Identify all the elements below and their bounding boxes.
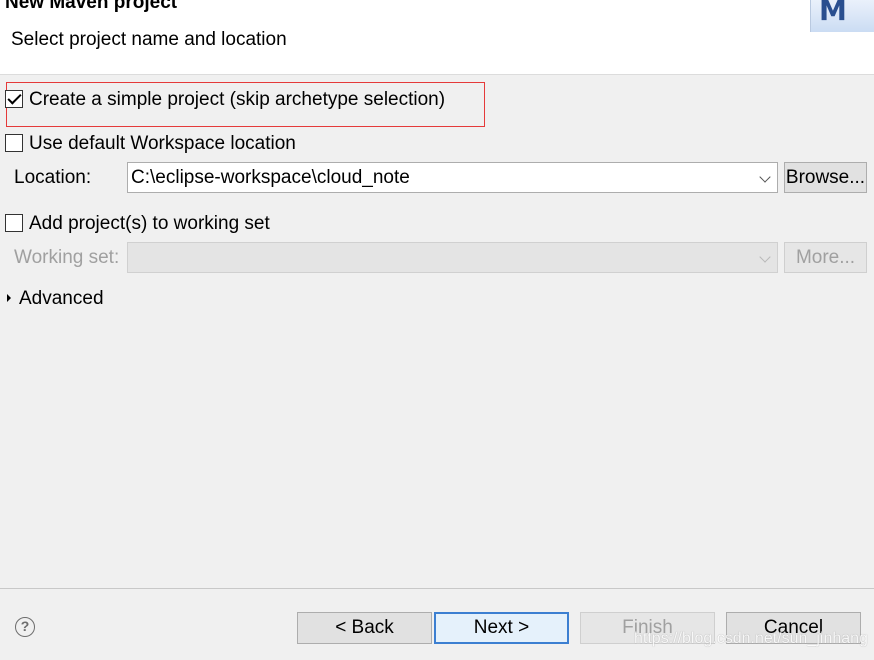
chevron-down-icon[interactable] [759, 251, 771, 263]
browse-button[interactable]: Browse... [784, 162, 867, 193]
logo-letter: M [819, 0, 847, 27]
advanced-section-toggle[interactable]: Advanced [19, 288, 104, 310]
working-set-label: Working set: [14, 247, 120, 268]
simple-project-label[interactable]: Create a simple project (skip archetype … [29, 89, 445, 111]
page-subtitle: Select project name and location [11, 29, 287, 50]
working-set-check-label[interactable]: Add project(s) to working set [29, 213, 270, 235]
location-combo[interactable]: C:\eclipse-workspace\cloud_note [127, 162, 778, 193]
next-button[interactable]: Next > [434, 612, 569, 644]
working-set-combo[interactable] [127, 242, 778, 273]
working-set-checkbox[interactable] [5, 214, 23, 232]
default-workspace-label[interactable]: Use default Workspace location [29, 133, 296, 155]
location-label: Location: [14, 167, 92, 188]
wizard-header: New Maven project Select project name an… [0, 0, 874, 75]
simple-project-checkbox[interactable] [5, 90, 23, 108]
page-title: New Maven project [5, 0, 178, 13]
more-button[interactable]: More... [784, 242, 867, 273]
back-button[interactable]: < Back [297, 612, 432, 644]
default-workspace-checkbox[interactable] [5, 134, 23, 152]
footer-separator [0, 588, 874, 589]
chevron-down-icon[interactable] [759, 171, 771, 183]
expand-arrow-icon[interactable] [7, 294, 11, 302]
help-icon[interactable]: ? [15, 617, 35, 637]
watermark: https://blog.csdn.net/sun_jinhang [634, 630, 868, 647]
location-value[interactable]: C:\eclipse-workspace\cloud_note [131, 167, 410, 189]
maven-logo-icon: M [810, 0, 874, 32]
